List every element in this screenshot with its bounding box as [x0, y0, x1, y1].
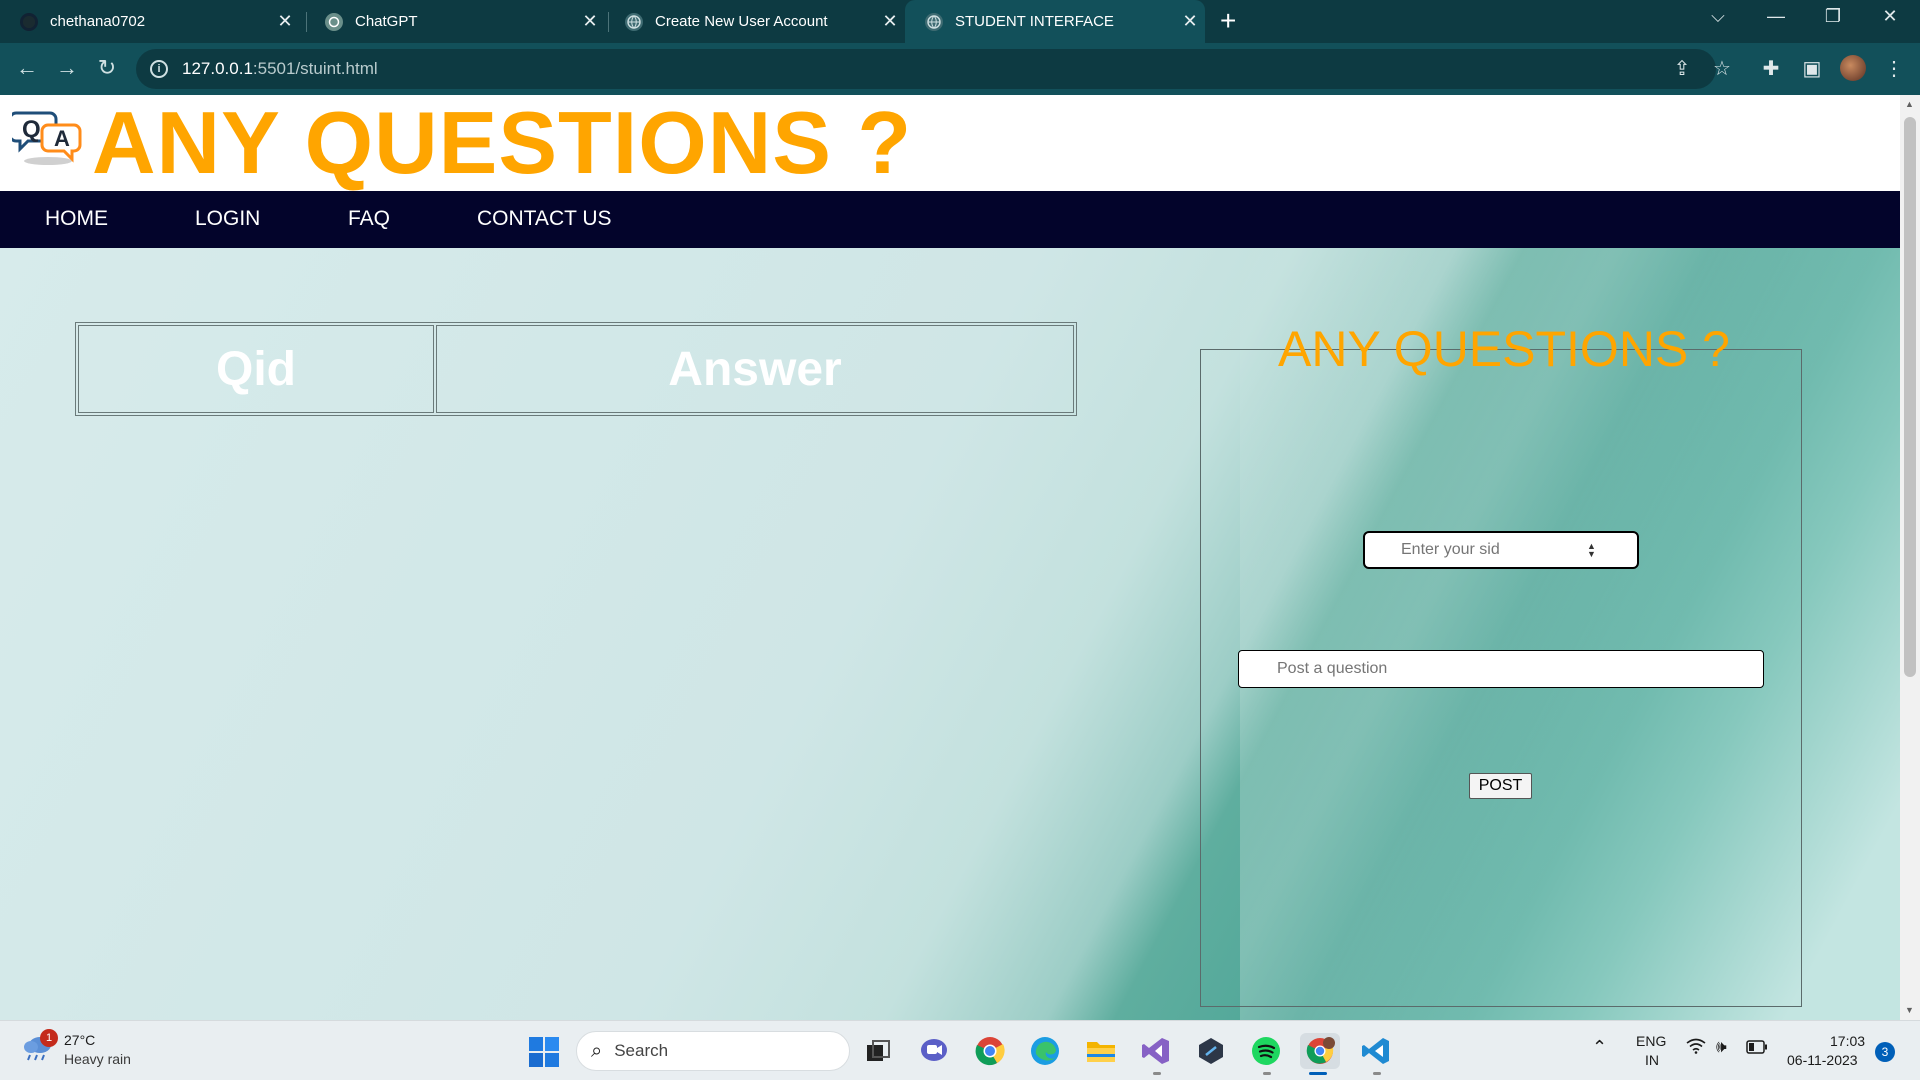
weather-description[interactable]: Heavy rain [64, 1051, 131, 1067]
task-view-icon[interactable] [860, 1033, 896, 1069]
chatgpt-icon [325, 12, 343, 31]
browser-menu-icon[interactable]: ⋮ [1881, 56, 1907, 81]
github-icon [20, 12, 38, 31]
tab-title: Create New User Account [655, 13, 828, 30]
chrome-icon[interactable] [972, 1033, 1008, 1069]
tab-title: ChatGPT [355, 13, 418, 30]
main-navigation: HOME LOGIN FAQ CONTACT US [0, 191, 1900, 248]
restore-icon[interactable]: ❐ [1813, 6, 1853, 27]
question-input[interactable] [1238, 650, 1764, 688]
back-arrow-icon[interactable]: ← [12, 55, 42, 81]
terminal-app-icon[interactable] [1193, 1033, 1229, 1069]
extensions-puzzle-icon[interactable]: ✚ [1758, 56, 1784, 81]
globe-icon [625, 12, 643, 31]
qa-logo-icon: Q A [12, 111, 82, 165]
close-tab-icon[interactable]: ✕ [875, 11, 905, 32]
file-explorer-icon[interactable] [1083, 1033, 1119, 1069]
wifi-icon[interactable] [1686, 1038, 1706, 1059]
address-bar[interactable]: i 127.0.0.1:5501/stuint.html [136, 49, 1716, 89]
bookmark-star-icon[interactable]: ☆ [1709, 56, 1735, 81]
logo-letter-q: Q [22, 116, 41, 143]
close-tab-icon[interactable]: ✕ [575, 11, 605, 32]
question-form-legend: ANY QUESTIONS ? [1278, 321, 1730, 377]
forward-arrow-icon[interactable]: → [52, 55, 82, 81]
tab-search-chevron-icon[interactable]: ⌵ [1698, 6, 1738, 27]
profile-avatar[interactable] [1840, 55, 1866, 81]
tab-student-interface[interactable]: STUDENT INTERFACE ✕ [905, 0, 1205, 43]
site-info-icon[interactable]: i [150, 60, 168, 78]
taskbar-search-box[interactable]: ⌕ Search [576, 1031, 850, 1071]
tab-create-account[interactable]: Create New User Account ✕ [605, 0, 905, 43]
windows-start-icon[interactable] [528, 1036, 560, 1068]
search-label: Search [614, 1041, 669, 1060]
answer-column-header: Answer [436, 325, 1074, 413]
vscode-icon[interactable] [1358, 1033, 1394, 1075]
side-panel-icon[interactable]: ▣ [1799, 56, 1825, 81]
edge-icon[interactable] [1027, 1033, 1063, 1069]
close-tab-icon[interactable]: ✕ [1175, 11, 1205, 32]
number-spinner-icon[interactable]: ▲ ▼ [1587, 542, 1596, 559]
url-path: :5501/stuint.html [252, 59, 378, 78]
tab-chatgpt[interactable]: ChatGPT ✕ [305, 0, 605, 43]
scroll-up-icon[interactable]: ▲ [1905, 99, 1914, 109]
url-text: 127.0.0.1:5501/stuint.html [182, 59, 378, 79]
reload-icon[interactable]: ↻ [92, 55, 122, 81]
logo-letter-a: A [54, 126, 70, 151]
visual-studio-icon[interactable] [1138, 1033, 1174, 1075]
language-indicator-top[interactable]: ENG [1636, 1033, 1666, 1049]
windows-taskbar: 1 27°C Heavy rain ⌕ Search ⌃ ENG IN 🕪 17… [0, 1020, 1920, 1080]
close-tab-icon[interactable]: ✕ [270, 11, 300, 32]
scroll-down-icon[interactable]: ▼ [1905, 1005, 1914, 1015]
clock-date[interactable]: 06-11-2023 [1787, 1052, 1858, 1068]
show-hidden-icons-chevron-icon[interactable]: ⌃ [1592, 1037, 1607, 1058]
close-window-icon[interactable]: ✕ [1870, 6, 1910, 27]
nav-faq[interactable]: FAQ [348, 207, 390, 231]
tab-github[interactable]: chethana0702 ✕ [0, 0, 300, 43]
volume-icon[interactable]: 🕪 [1716, 1037, 1727, 1057]
page-scrollbar[interactable]: ▲ ▼ [1900, 95, 1920, 1020]
site-title: ANY QUESTIONS ? [92, 95, 913, 192]
minimize-icon[interactable]: — [1756, 6, 1796, 27]
chrome-profile-active-icon[interactable] [1300, 1033, 1340, 1075]
tab-title: STUDENT INTERFACE [955, 13, 1114, 30]
teams-chat-icon[interactable] [916, 1033, 952, 1069]
weather-temperature[interactable]: 27°C [64, 1032, 95, 1048]
qid-column-header: Qid [78, 325, 434, 413]
new-tab-button[interactable]: + [1220, 5, 1236, 37]
language-indicator-bottom[interactable]: IN [1645, 1052, 1659, 1068]
nav-home[interactable]: HOME [45, 207, 108, 231]
scrollbar-thumb[interactable] [1904, 117, 1916, 677]
globe-icon [925, 12, 943, 31]
clock-time[interactable]: 17:03 [1830, 1033, 1865, 1049]
browser-tab-strip: chethana0702 ✕ ChatGPT ✕ Create New User… [0, 0, 1920, 43]
nav-login[interactable]: LOGIN [195, 207, 260, 231]
post-button[interactable]: POST [1469, 773, 1532, 799]
battery-icon[interactable] [1746, 1040, 1768, 1059]
browser-toolbar: ← → ↻ i 127.0.0.1:5501/stuint.html ⇪ ☆ ✚… [0, 43, 1920, 95]
sid-number-input[interactable] [1363, 531, 1639, 569]
tab-title: chethana0702 [50, 13, 146, 30]
search-icon: ⌕ [591, 1039, 603, 1062]
url-host: 127.0.0.1 [182, 59, 253, 78]
notification-count-badge[interactable]: 3 [1875, 1042, 1895, 1062]
table-header-row: Qid Answer [78, 325, 1074, 413]
weather-alert-badge: 1 [40, 1029, 58, 1047]
share-icon[interactable]: ⇪ [1669, 56, 1695, 81]
spotify-icon[interactable] [1248, 1033, 1284, 1075]
nav-contact-us[interactable]: CONTACT US [477, 207, 612, 231]
site-header: Q A ANY QUESTIONS ? [0, 95, 1900, 191]
answers-table: Qid Answer [75, 322, 1077, 416]
